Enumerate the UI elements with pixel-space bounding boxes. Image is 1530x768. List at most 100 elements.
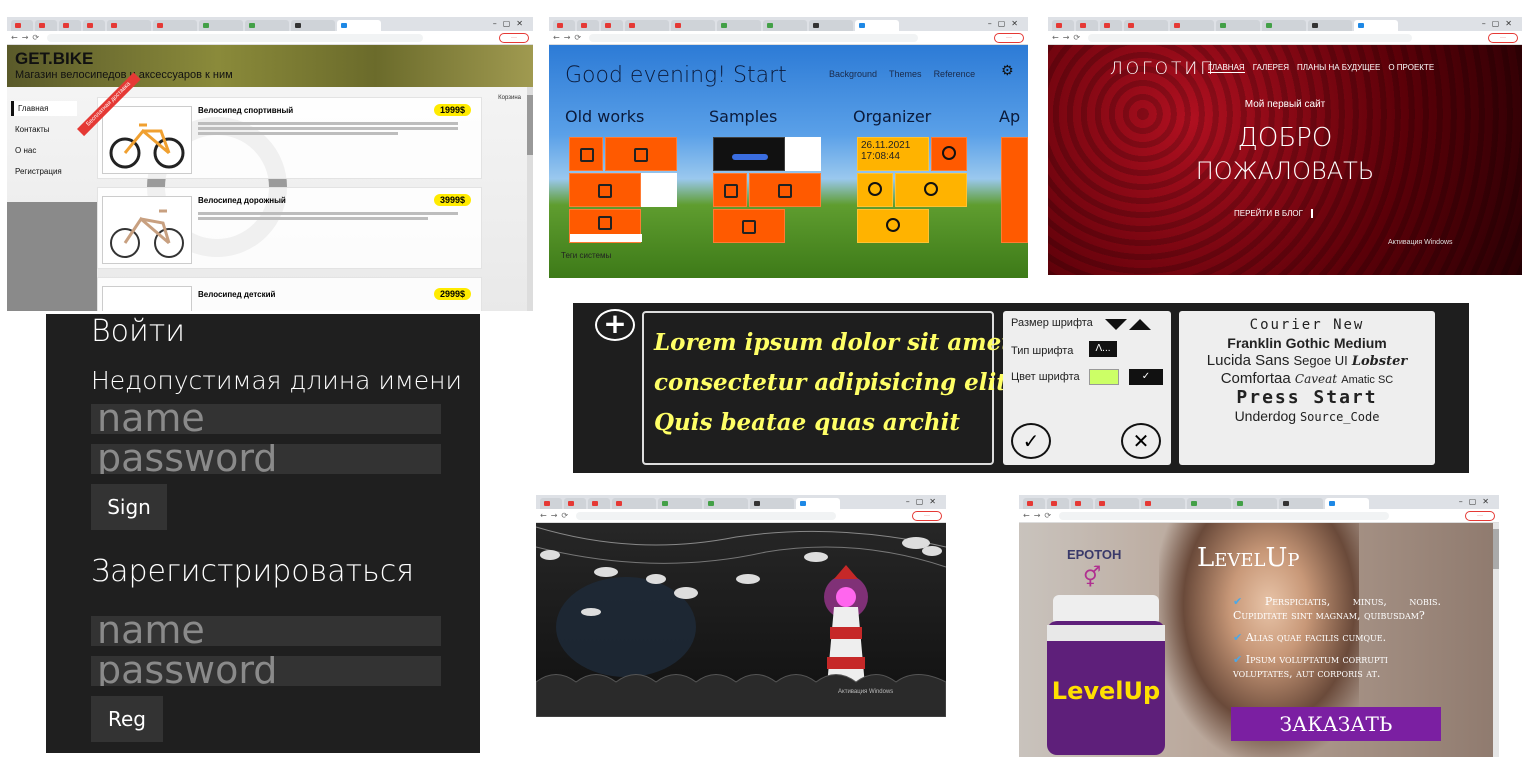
browser-tab[interactable]: [1124, 20, 1168, 31]
timer-tile[interactable]: [895, 173, 967, 207]
font-option-source-code[interactable]: Source_Code: [1300, 410, 1379, 424]
menu-reference[interactable]: Reference: [934, 69, 976, 79]
font-color-swatch[interactable]: [1089, 369, 1119, 385]
sidebar-item-contacts[interactable]: Контакты: [11, 122, 77, 137]
font-option-lobster[interactable]: Lobster: [1352, 354, 1407, 369]
thumbnail-tile[interactable]: [785, 137, 821, 171]
blog-button[interactable]: ПЕРЕЙТИ В БЛОГ: [1234, 209, 1313, 218]
tile[interactable]: [713, 209, 785, 243]
register-name-input[interactable]: name: [91, 616, 441, 646]
browser-tab[interactable]: [601, 20, 623, 31]
nav-plans[interactable]: ПЛАНЫ НА БУДУЩЕЕ: [1297, 63, 1380, 73]
browser-tab-active[interactable]: [796, 498, 840, 509]
menu-themes[interactable]: Themes: [889, 69, 922, 79]
nav-about[interactable]: О ПРОЕКТЕ: [1388, 63, 1434, 73]
order-button[interactable]: ЗАКАЗАТЬ: [1231, 707, 1441, 741]
font-option-press-start[interactable]: Press Start: [1179, 387, 1435, 408]
browser-tab[interactable]: [291, 20, 335, 31]
browser-tab[interactable]: [11, 20, 33, 31]
url-field[interactable]: [1059, 512, 1389, 520]
window-controls-icon[interactable]: –▢✕: [906, 497, 942, 506]
tile[interactable]: [605, 137, 677, 171]
nav-home[interactable]: ГЛАВНАЯ: [1208, 63, 1245, 73]
browser-tab[interactable]: [1076, 20, 1098, 31]
thumbnail-tile[interactable]: [713, 137, 785, 171]
browser-tab[interactable]: [809, 20, 853, 31]
browser-tab[interactable]: [553, 20, 575, 31]
browser-tab[interactable]: [588, 498, 610, 509]
site-logo[interactable]: GET.BIKE: [15, 49, 93, 69]
text-area[interactable]: Lorem ipsum dolor sit amet consectetur a…: [642, 311, 1015, 465]
brand-logo[interactable]: ЕРОТОН: [1067, 547, 1121, 562]
browser-tab[interactable]: [1047, 498, 1069, 509]
nav-arrows-icon[interactable]: ←→⟳: [11, 33, 43, 42]
update-button[interactable]: ···: [1465, 511, 1495, 521]
settings-gear-icon[interactable]: ⚙: [1001, 63, 1014, 79]
browser-tab[interactable]: [1308, 20, 1352, 31]
login-name-input[interactable]: name: [91, 404, 441, 434]
window-controls-icon[interactable]: –▢✕: [1482, 19, 1518, 28]
url-field[interactable]: [1088, 34, 1412, 42]
font-option-lucida[interactable]: Lucida Sans: [1207, 352, 1290, 369]
browser-tab[interactable]: [564, 498, 586, 509]
browser-tab-active[interactable]: [1354, 20, 1398, 31]
browser-tab[interactable]: [1141, 498, 1185, 509]
browser-tab[interactable]: [1233, 498, 1277, 509]
browser-tab[interactable]: [59, 20, 81, 31]
product-card[interactable]: Велосипед детский 2999$: [97, 277, 482, 311]
browser-tab[interactable]: [577, 20, 599, 31]
browser-tab[interactable]: [540, 498, 562, 509]
browser-tab[interactable]: [717, 20, 761, 31]
browser-tab-active[interactable]: [337, 20, 381, 31]
sidebar-item-home[interactable]: Главная: [11, 101, 77, 116]
product-card[interactable]: Велосипед дорожный 3999$: [97, 187, 482, 269]
nav-arrows-icon[interactable]: ←→⟳: [553, 33, 585, 42]
sign-button[interactable]: Sign: [91, 484, 167, 530]
browser-tab[interactable]: [107, 20, 151, 31]
site-logo[interactable]: ЛОГОТИП: [1110, 59, 1216, 79]
timer-tile[interactable]: [931, 137, 967, 171]
font-option-franklin[interactable]: Franklin Gothic Medium: [1179, 335, 1435, 351]
browser-tab[interactable]: [704, 498, 748, 509]
browser-tab[interactable]: [1095, 498, 1139, 509]
font-option-courier[interactable]: Courier New: [1179, 317, 1435, 333]
tile[interactable]: [713, 173, 747, 207]
nav-gallery[interactable]: ГАЛЕРЕЯ: [1253, 63, 1289, 73]
font-option-amatic[interactable]: Amatic SC: [1341, 374, 1393, 386]
url-field[interactable]: [47, 34, 423, 42]
browser-tab[interactable]: [35, 20, 57, 31]
register-password-input[interactable]: password: [91, 656, 441, 686]
tile[interactable]: [569, 209, 642, 243]
window-controls-icon[interactable]: –▢✕: [493, 19, 529, 28]
browser-tab-active[interactable]: [1325, 498, 1369, 509]
browser-tab[interactable]: [1187, 498, 1231, 509]
browser-tab[interactable]: [625, 20, 669, 31]
browser-tab[interactable]: [199, 20, 243, 31]
browser-tab[interactable]: [1071, 498, 1093, 509]
browser-tab[interactable]: [1023, 498, 1045, 509]
browser-tab[interactable]: [750, 498, 794, 509]
scrollbar[interactable]: [527, 87, 533, 311]
browser-tab[interactable]: [83, 20, 105, 31]
browser-tab[interactable]: [1262, 20, 1306, 31]
login-password-input[interactable]: password: [91, 444, 441, 474]
timer-tile[interactable]: [857, 173, 893, 207]
sidebar-item-about[interactable]: О нас: [11, 143, 77, 158]
browser-tab[interactable]: [245, 20, 289, 31]
font-option-segoe[interactable]: Segoe UI: [1294, 353, 1348, 368]
browser-tab-active[interactable]: [855, 20, 899, 31]
nav-arrows-icon[interactable]: ←→⟳: [1052, 33, 1084, 42]
font-option-caveat[interactable]: Caveat: [1295, 372, 1337, 386]
timer-tile[interactable]: [857, 209, 929, 243]
browser-tab[interactable]: [1052, 20, 1074, 31]
browser-tab[interactable]: [763, 20, 807, 31]
product-card[interactable]: Велосипед спортивный 1999$: [97, 97, 482, 179]
thumbnail-tile[interactable]: [641, 173, 677, 207]
font-size-up-icon[interactable]: [1129, 319, 1151, 330]
add-button[interactable]: +: [595, 309, 635, 341]
tile[interactable]: [1001, 137, 1028, 243]
update-button[interactable]: ···: [1488, 33, 1518, 43]
browser-tab[interactable]: [153, 20, 197, 31]
browser-tab[interactable]: [1170, 20, 1214, 31]
font-type-select[interactable]: Λ...: [1089, 341, 1117, 357]
